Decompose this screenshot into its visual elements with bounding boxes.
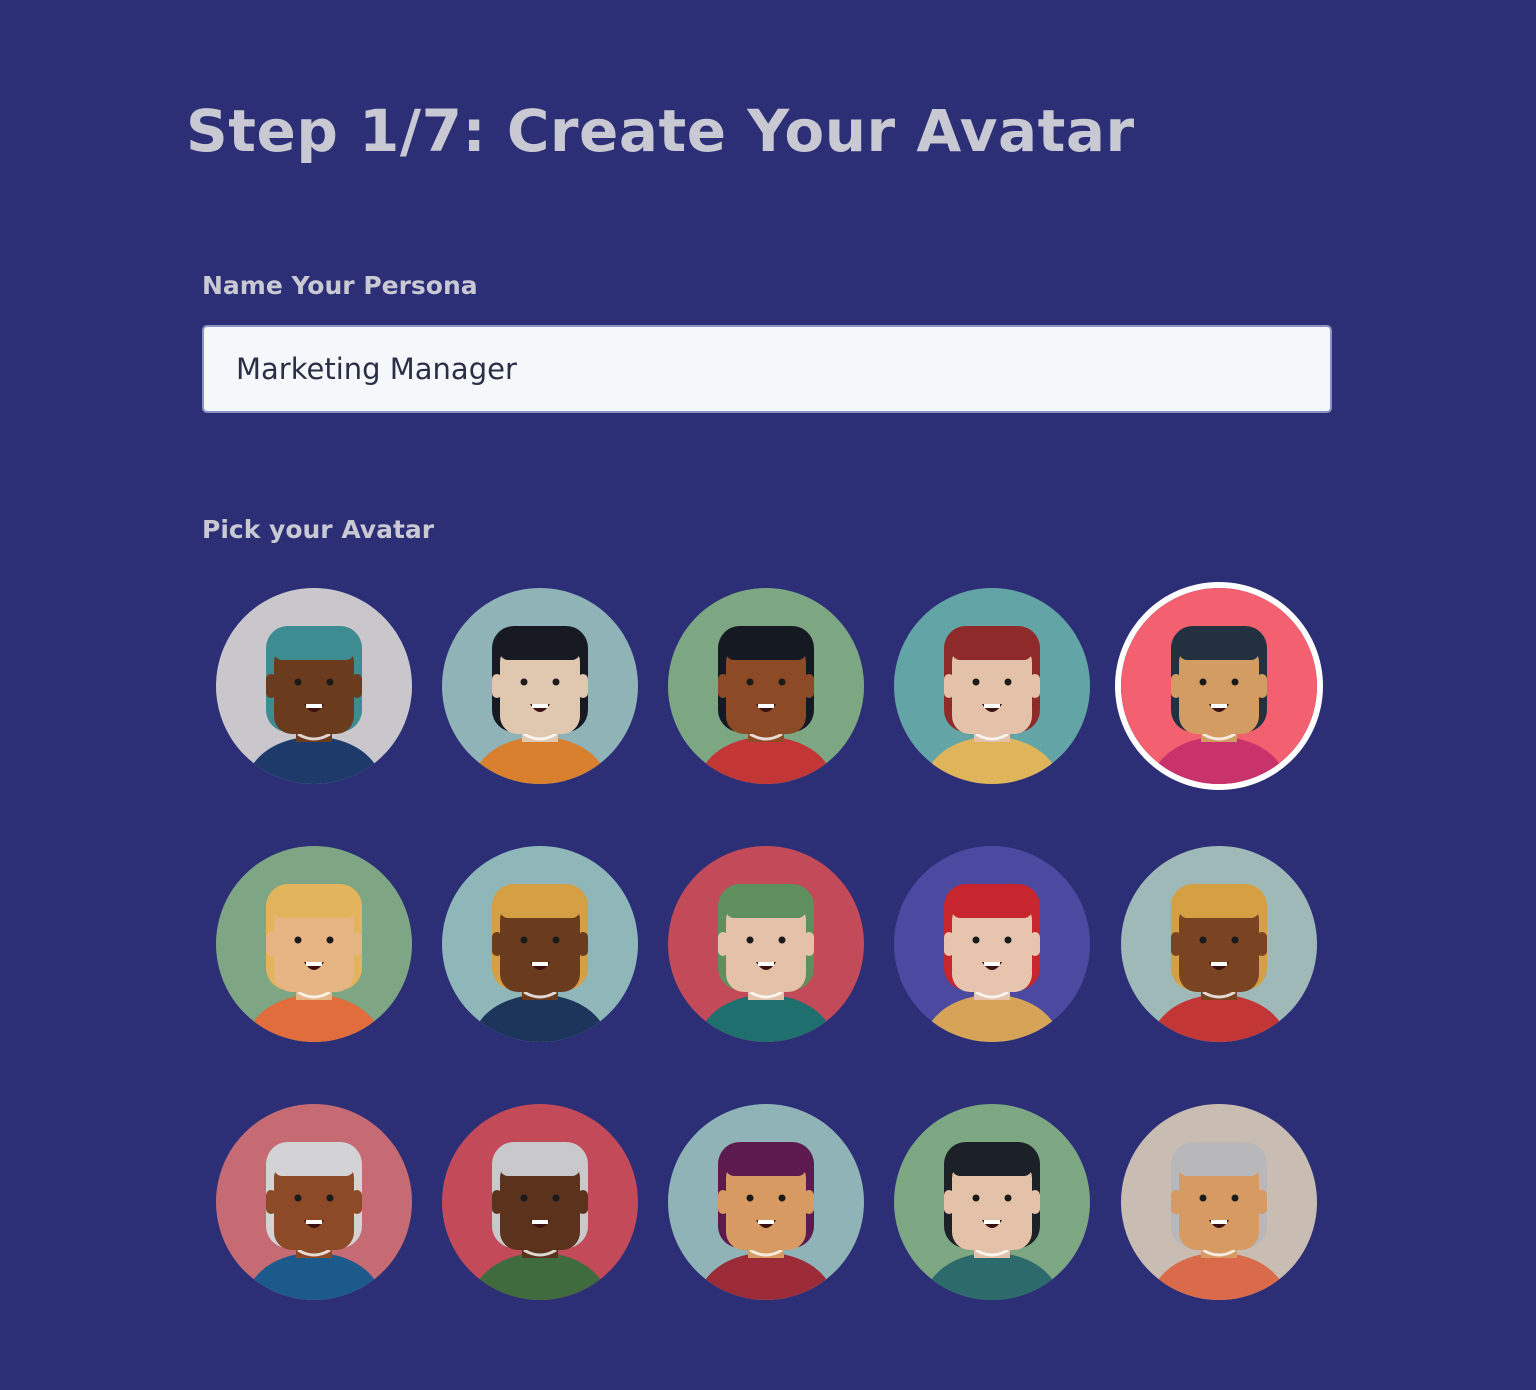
persona-name-label: Name Your Persona	[202, 271, 478, 300]
avatar-option[interactable]	[216, 1104, 412, 1300]
persona-name-input[interactable]	[202, 325, 1332, 413]
avatar-curly-woman-icon	[668, 588, 864, 784]
avatar-option[interactable]	[668, 588, 864, 784]
avatar-option[interactable]	[894, 846, 1090, 1042]
avatar-cap-glasses-man-icon	[1121, 846, 1317, 1042]
avatar-option[interactable]	[442, 1104, 638, 1300]
avatar-dark-hair-man-icon	[1121, 588, 1317, 784]
avatar-option[interactable]	[442, 846, 638, 1042]
avatar-picker-label: Pick your Avatar	[202, 515, 435, 544]
avatar-blonde-woman-icon	[216, 846, 412, 1042]
avatar-option[interactable]	[1121, 1104, 1317, 1300]
avatar-redhead-man-icon	[894, 588, 1090, 784]
avatar-option[interactable]	[442, 588, 638, 784]
avatar-white-beard-man-icon	[442, 1104, 638, 1300]
avatar-bald-man-icon	[1121, 1104, 1317, 1300]
avatar-glasses-woman-icon	[668, 1104, 864, 1300]
avatar-option[interactable]	[1121, 846, 1317, 1042]
avatar-option[interactable]	[894, 1104, 1090, 1300]
avatar-option[interactable]	[668, 846, 864, 1042]
avatar-option[interactable]	[216, 846, 412, 1042]
avatar-option[interactable]	[894, 588, 1090, 784]
avatar-option[interactable]	[668, 1104, 864, 1300]
avatar-gray-hair-woman-icon	[216, 1104, 412, 1300]
avatar-red-ponytail-woman-icon	[894, 846, 1090, 1042]
avatar-flat-top-man-icon	[442, 846, 638, 1042]
page-title: Step 1/7: Create Your Avatar	[186, 97, 1135, 165]
avatar-mustache-man-icon	[668, 846, 864, 1042]
avatar-beanie-man-icon	[216, 588, 412, 784]
avatar-option[interactable]	[1121, 588, 1317, 784]
avatar-goatee-man-icon	[894, 1104, 1090, 1300]
avatar-bangs-woman-icon	[442, 588, 638, 784]
avatar-option[interactable]	[216, 588, 412, 784]
